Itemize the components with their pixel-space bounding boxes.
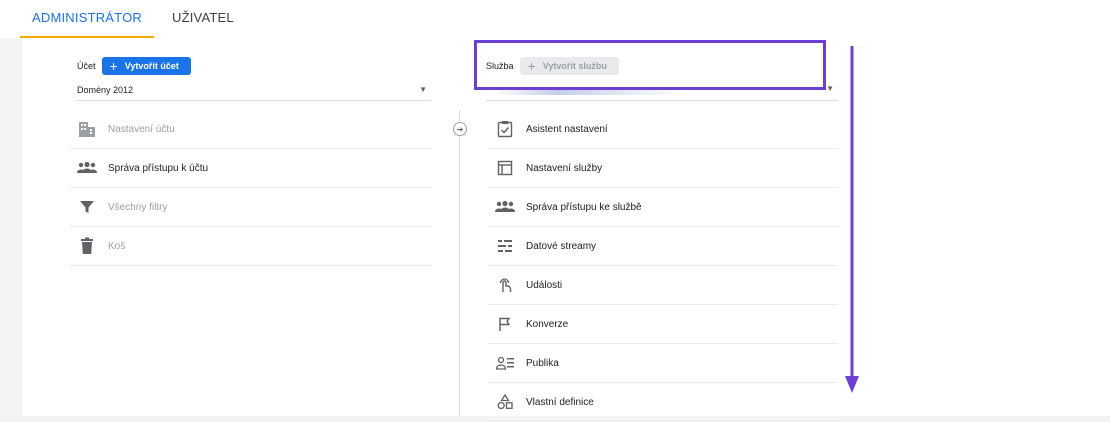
menu-item-custom-definitions[interactable]: Vlastní definice <box>488 383 838 422</box>
touch-icon <box>494 274 516 296</box>
admin-panel: Účet + Vytvořit účet Domény 2012 ▼ Nasta… <box>22 38 1110 422</box>
flag-icon <box>494 313 516 335</box>
people-icon <box>494 196 516 218</box>
dropdown-caret-icon: ▼ <box>419 85 427 94</box>
building-icon <box>76 118 98 140</box>
menu-item-label: Datové streamy <box>526 240 597 252</box>
menu-item-account-settings[interactable]: Nastavení účtu <box>70 110 432 149</box>
menu-item-audiences[interactable]: Publika <box>488 344 838 383</box>
arrow-right-icon[interactable]: ➔ <box>453 122 467 136</box>
shapes-icon <box>494 391 516 413</box>
menu-item-label: Konverze <box>526 318 569 330</box>
menu-item-label: Všechny filtry <box>108 201 168 213</box>
tab-user[interactable]: UŽIVATEL <box>172 0 234 38</box>
account-label: Účet <box>77 61 96 71</box>
menu-item-label: Publika <box>526 357 559 369</box>
menu-item-label: Události <box>526 279 563 291</box>
filter-icon <box>76 196 98 218</box>
menu-item-data-streams[interactable]: Datové streamy <box>488 227 838 266</box>
account-menu: Nastavení účtu Správa přístupu k účtu Vš… <box>70 110 432 266</box>
account-header: Účet + Vytvořit účet <box>77 56 191 76</box>
trash-icon <box>76 235 98 257</box>
menu-item-conversions[interactable]: Konverze <box>488 305 838 344</box>
streams-icon <box>494 235 516 257</box>
property-settings-icon <box>494 157 516 179</box>
menu-item-label: Asistent nastavení <box>526 123 608 135</box>
account-selected-value: Domény 2012 <box>77 85 134 95</box>
top-tab-bar: ADMINISTRÁTOR UŽIVATEL <box>0 0 1110 38</box>
plus-icon: + <box>109 58 118 74</box>
annotation-arrow-icon <box>845 46 859 393</box>
tab-administrator[interactable]: ADMINISTRÁTOR <box>20 0 154 38</box>
checklist-icon <box>494 118 516 140</box>
menu-item-trash[interactable]: Koš <box>70 227 432 266</box>
people-icon <box>76 157 98 179</box>
menu-item-label: Správa přístupu ke službě <box>526 201 642 213</box>
menu-item-account-access[interactable]: Správa přístupu k účtu <box>70 149 432 188</box>
menu-item-label: Správa přístupu k účtu <box>108 162 209 174</box>
menu-item-property-access[interactable]: Správa přístupu ke službě <box>488 188 838 227</box>
menu-item-events[interactable]: Události <box>488 266 838 305</box>
menu-item-property-settings[interactable]: Nastavení služby <box>488 149 838 188</box>
create-account-label: Vytvořit účet <box>124 61 179 71</box>
account-selector[interactable]: Domény 2012 ▼ <box>77 80 431 101</box>
create-account-button[interactable]: + Vytvořit účet <box>101 57 191 75</box>
property-menu: Asistent nastavení Nastavení služby Sprá… <box>488 110 838 422</box>
menu-item-all-filters[interactable]: Všechny filtry <box>70 188 432 227</box>
menu-item-label: Nastavení účtu <box>108 123 175 135</box>
menu-item-label: Nastavení služby <box>526 162 603 174</box>
menu-item-label: Koš <box>108 240 126 252</box>
menu-item-setup-assistant[interactable]: Asistent nastavení <box>488 110 838 149</box>
audience-icon <box>494 352 516 374</box>
dropdown-caret-icon: ▼ <box>826 84 834 93</box>
highlight-box <box>474 40 826 90</box>
menu-item-label: Vlastní definice <box>526 396 594 408</box>
column-divider <box>459 110 460 416</box>
